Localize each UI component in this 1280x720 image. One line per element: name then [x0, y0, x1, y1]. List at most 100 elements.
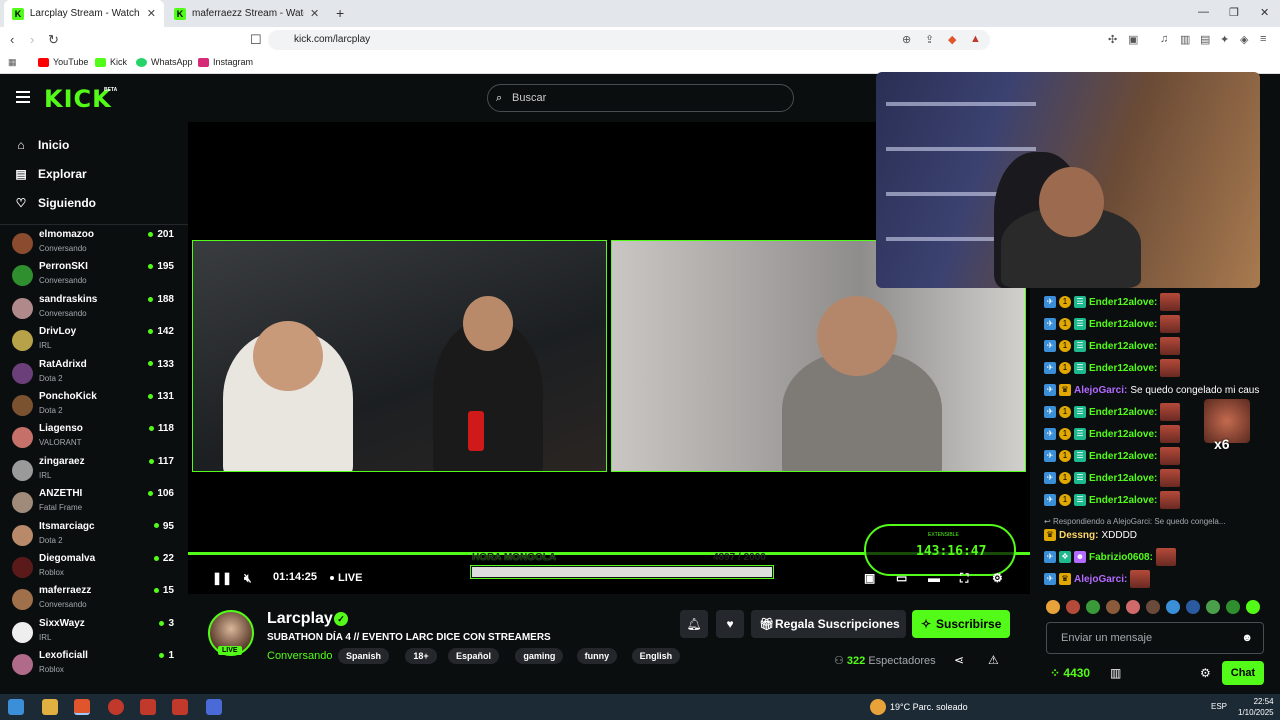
stream-tag[interactable]: English [631, 648, 681, 664]
chat-message[interactable]: ✈ ❖ ☻ Fabrizio0608: [1044, 547, 1176, 567]
brave-shield-icon[interactable]: ◆ [948, 33, 956, 46]
chat-message[interactable]: ✈ 1 ☰ Ender12alove: [1044, 446, 1181, 466]
close-tab-icon[interactable]: ✕ [310, 7, 319, 20]
gift-subs-button[interactable]: 🎁︎ Regala Suscripciones [751, 610, 906, 638]
leo-ai-icon[interactable]: ✦ [1220, 33, 1229, 46]
bookmark-icon[interactable]: ☐ [250, 32, 262, 48]
chat-message[interactable]: ✈ 1 ☰ Ender12alove: [1044, 402, 1181, 422]
vpn-icon[interactable]: ◈ [1240, 33, 1248, 46]
zoom-icon[interactable]: ⊕ [902, 33, 911, 46]
emote-icon[interactable] [1206, 600, 1220, 614]
bookmark-instagram[interactable]: Instagram [198, 57, 253, 67]
bookmark-whatsapp[interactable]: WhatsApp [136, 57, 193, 67]
emoji-picker-icon[interactable]: ☻ [1241, 623, 1253, 653]
nav-explore[interactable]: ▤ Explorar [14, 167, 86, 181]
chat-message[interactable]: ✈ 1 ☰ Ender12alove: [1044, 468, 1181, 488]
sidebar-channel[interactable]: ANZETHI Fatal Frame 106 [12, 487, 180, 519]
file-explorer-icon[interactable] [42, 699, 58, 715]
settings-gear-icon[interactable]: ⚙ [992, 571, 1003, 585]
sidebar-channel[interactable]: Lexoficiall Roblox 1 [12, 649, 180, 681]
url-field[interactable]: kick.com/larcplay [268, 30, 990, 50]
chat-username[interactable]: AlejoGarci: [1074, 385, 1127, 396]
chat-settings-icon[interactable]: ⚙ [1200, 666, 1211, 680]
follow-heart-button[interactable]: ♥ [716, 610, 744, 638]
chat-username[interactable]: Fabrizio0608: [1089, 552, 1153, 563]
stream-tag[interactable]: 18+ [405, 648, 437, 664]
menu-icon[interactable]: ≡ [1260, 33, 1266, 45]
nav-home[interactable]: ⌂ Inicio [14, 138, 69, 152]
apps-grid-icon[interactable]: ▦ [8, 57, 17, 68]
chat-username[interactable]: Ender12alove: [1089, 407, 1157, 418]
sidebar-channel[interactable]: maferraezz Conversando 15 [12, 584, 180, 616]
report-icon[interactable]: ⚠ [988, 653, 999, 667]
emote-icon[interactable] [1046, 600, 1060, 614]
language-indicator[interactable]: ESP [1211, 702, 1227, 711]
forward-icon[interactable]: › [30, 32, 34, 47]
app-icon[interactable] [172, 699, 188, 715]
chat-username[interactable]: AlejoGarci: [1074, 574, 1127, 585]
chat-message[interactable]: ✈ 1 ☰ Ender12alove: [1044, 490, 1181, 510]
chat-username[interactable]: Ender12alove: [1089, 341, 1157, 352]
chat-message[interactable]: ♛ Dessng: XDDDD [1044, 525, 1137, 545]
back-icon[interactable]: ‹ [10, 32, 14, 47]
app-icon[interactable] [108, 699, 124, 715]
stream-tag[interactable]: funny [576, 648, 618, 664]
screenshot-icon[interactable]: ▣ [1128, 33, 1138, 46]
kick-logo[interactable]: KICK [44, 85, 112, 113]
bookmark-kick[interactable]: Kick [95, 57, 127, 67]
share-icon[interactable]: ⋖ [954, 653, 964, 667]
sidebar-channel[interactable]: PonchoKick Dota 2 131 [12, 390, 180, 422]
chat-username[interactable]: Ender12alove: [1089, 429, 1157, 440]
voicemeeter-icon[interactable] [140, 699, 156, 715]
sidebar-toggle-icon[interactable]: ▥ [1180, 33, 1190, 46]
new-tab-icon[interactable]: + [336, 5, 344, 21]
search-input[interactable]: ⌕ Buscar [487, 84, 794, 112]
nav-following[interactable]: ♡ Siguiendo [14, 196, 96, 210]
chat-message-input[interactable]: Enviar un mensaje ☻ [1046, 622, 1264, 654]
chat-message[interactable]: ✈ 1 ☰ Ender12alove: [1044, 336, 1181, 356]
stream-category[interactable]: Conversando [267, 650, 332, 662]
emote-icon[interactable] [1126, 600, 1140, 614]
chat-message[interactable]: ✈ 1 ☰ Ender12alove: [1044, 358, 1181, 378]
system-clock[interactable]: 22:54 1/10/2025 [1238, 696, 1274, 718]
restore-icon[interactable]: ❐ [1229, 6, 1239, 19]
chat-username[interactable]: Ender12alove: [1089, 319, 1157, 330]
chat-message[interactable]: ✈ ♛ AlejoGarci: Se quedo congelado mi caus [1044, 380, 1259, 400]
live-indicator[interactable]: LIVE [330, 572, 362, 584]
emote-icon[interactable] [1246, 600, 1260, 614]
subscribe-button[interactable]: ✧ Suscribirse [912, 610, 1010, 638]
sidebar-channel[interactable]: Diegomalva Roblox 22 [12, 552, 180, 584]
stream-tag[interactable]: Español [448, 648, 500, 664]
miniplayer-icon[interactable]: ▣ [864, 571, 875, 585]
reload-icon[interactable]: ↻ [48, 32, 59, 48]
hamburger-menu-icon[interactable] [16, 91, 30, 103]
stream-tag[interactable]: Spanish [338, 648, 390, 664]
browser-tab-maferraezz[interactable]: K maferraezz Stream - Watch Live on K ✕ [166, 0, 330, 27]
emote-icon[interactable] [1226, 600, 1240, 614]
chat-message[interactable]: ✈ 1 ☰ Ender12alove: [1044, 314, 1181, 334]
sidebar-channel[interactable]: zingaraez IRL 117 [12, 455, 180, 487]
chat-message[interactable]: ✈ 1 ☰ Ender12alove: [1044, 292, 1181, 312]
browser-tab-larcplay[interactable]: K Larcplay Stream - Watch Live on ✕ [4, 0, 164, 27]
sidebar-channel[interactable]: Itsmarciagc Dota 2 95 [12, 520, 180, 552]
brave-browser-icon[interactable] [74, 699, 90, 715]
notification-bell-button[interactable]: 🔔︎ [680, 610, 708, 638]
sidebar-channel[interactable]: elmomazoo Conversando 201 [12, 228, 180, 260]
theater-mode-icon[interactable]: ▬ [928, 571, 940, 585]
share-icon[interactable]: ⇪ [925, 33, 934, 46]
clip-icon[interactable]: ▭ [896, 571, 907, 585]
pause-button[interactable]: ❚❚ [212, 571, 232, 585]
stream-tag[interactable]: gaming [515, 648, 564, 664]
close-window-icon[interactable]: ✕ [1260, 6, 1269, 19]
app-icon[interactable] [206, 699, 222, 715]
weather-icon[interactable] [870, 699, 886, 715]
emote-icon[interactable] [1086, 600, 1100, 614]
chat-username[interactable]: Ender12alove: [1089, 363, 1157, 374]
close-tab-icon[interactable]: ✕ [147, 7, 156, 20]
chat-username[interactable]: Ender12alove: [1089, 451, 1157, 462]
chat-username[interactable]: Ender12alove: [1089, 297, 1157, 308]
music-icon[interactable]: ♫ [1160, 33, 1168, 45]
mute-icon[interactable]: 🔇︎ [244, 571, 252, 586]
channel-points[interactable]: ⁘ 4430 [1050, 666, 1090, 680]
chat-send-button[interactable]: Chat [1222, 661, 1264, 685]
